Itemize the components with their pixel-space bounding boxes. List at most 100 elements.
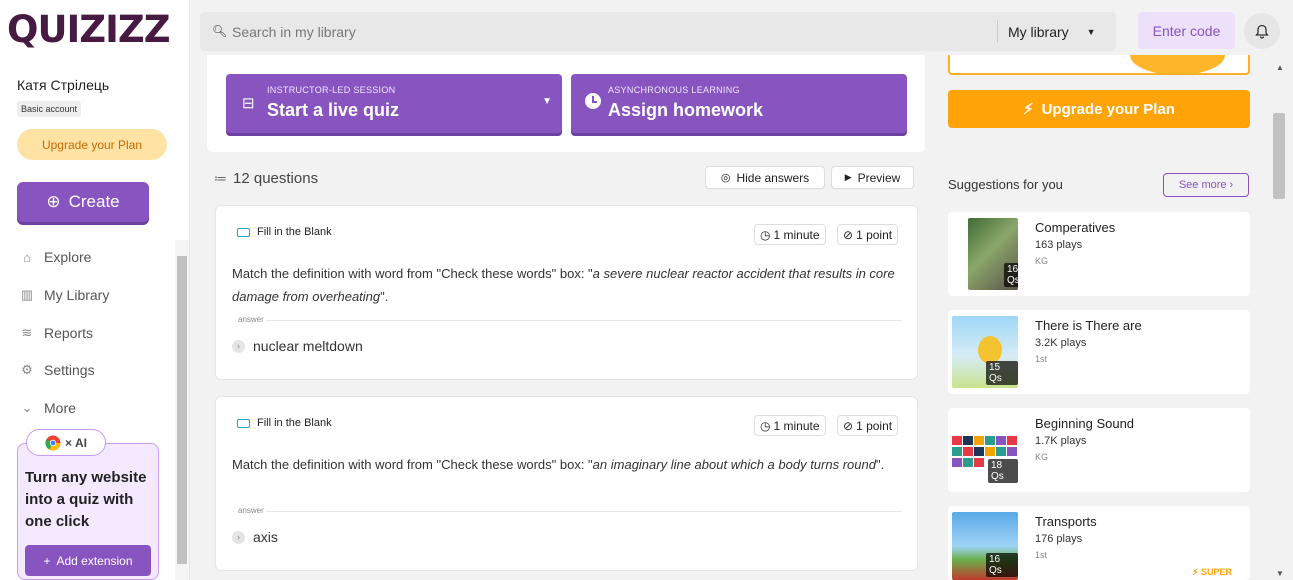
reports-icon: ≋ xyxy=(21,325,33,340)
clock-icon xyxy=(585,93,601,109)
suggestion-grade: 1st xyxy=(1035,354,1048,364)
play-icon: ▶ xyxy=(844,172,852,182)
chevron-right-icon: › xyxy=(1229,179,1234,191)
start-live-quiz-button[interactable]: ⊟ INSTRUCTOR-LED SESSION Start a live qu… xyxy=(226,74,562,133)
nav-label: Settings xyxy=(44,362,95,378)
cartoon-figure xyxy=(978,336,1002,364)
search-input[interactable] xyxy=(232,12,992,51)
see-more-label: See more xyxy=(1178,179,1227,191)
answer-divider xyxy=(266,320,902,321)
banner-illustration xyxy=(1130,55,1225,73)
upgrade-banner[interactable] xyxy=(948,55,1250,75)
quiz-thumbnail: 18 Qs xyxy=(952,414,1018,486)
nav-label: Explore xyxy=(44,249,92,265)
answer-item: › axis xyxy=(232,529,278,545)
question-count-badge: 16 Qs xyxy=(986,553,1018,577)
preview-button[interactable]: ▶ Preview xyxy=(831,166,914,189)
question-suffix: ". xyxy=(875,457,885,472)
clock-icon: ◷ xyxy=(760,418,771,433)
extension-promo-text: Turn any website into a quiz with one cl… xyxy=(25,469,147,530)
question-count: ≔ 12 questions xyxy=(214,170,318,187)
nav-explore[interactable]: ⌂ Explore xyxy=(20,249,91,265)
suggestion-plays: 1.7K plays xyxy=(1035,435,1087,447)
quiz-action-card: ⊟ INSTRUCTOR-LED SESSION Start a live qu… xyxy=(207,55,925,152)
question-type-label: Fill in the Blank xyxy=(257,226,332,238)
suggestion-card[interactable]: 18 Qs Beginning Sound 1.7K plays KG xyxy=(948,408,1250,492)
plus-icon: + xyxy=(43,553,51,568)
enter-code-button[interactable]: Enter code xyxy=(1138,12,1235,49)
points-badge: ⊘ 1 point xyxy=(837,415,899,436)
question-type: Fill in the Blank xyxy=(237,417,332,429)
check-circle-icon: ⊘ xyxy=(843,418,854,433)
sidebar: QUIZIZZ Катя Стрілець Basic account Upgr… xyxy=(0,0,190,580)
clock-icon: ◷ xyxy=(760,227,771,242)
assign-homework-button[interactable]: ASYNCHRONOUS LEARNING Assign homework xyxy=(571,74,907,133)
upgrade-plan-main-button[interactable]: ⚡︎ Upgrade your Plan xyxy=(948,90,1250,128)
suggestion-card[interactable]: 16 Qs Transports 176 plays 1st ⚡︎ SUPER xyxy=(948,506,1250,580)
nav-my-library[interactable]: ▥ My Library xyxy=(20,287,110,303)
caret-down-icon[interactable]: ▼ xyxy=(542,96,552,107)
time-value: 1 minute xyxy=(773,227,820,242)
question-prefix: Match the definition with word from "Che… xyxy=(232,266,593,281)
scroll-down-icon[interactable]: ▼ xyxy=(1276,569,1284,578)
settings-icon: ⚙ xyxy=(21,362,33,377)
question-prefix: Match the definition with word from "Che… xyxy=(232,457,593,472)
suggestion-title: Beginning Sound xyxy=(1035,416,1135,431)
see-more-button[interactable]: See more › xyxy=(1163,173,1249,197)
chevron-down-icon: ⌄ xyxy=(21,400,33,415)
search-icon: 🔍︎ xyxy=(212,24,228,38)
points-badge: ⊘ 1 point xyxy=(837,224,899,245)
plus-circle-icon: ⊕ xyxy=(46,192,61,211)
page-scroll-thumb[interactable] xyxy=(1273,113,1285,199)
nav-label: Reports xyxy=(44,325,94,341)
question-type-label: Fill in the Blank xyxy=(257,417,332,429)
create-button[interactable]: ⊕ Create xyxy=(17,182,149,222)
quizizz-logo[interactable]: QUIZIZZ xyxy=(7,8,171,51)
super-badge: ⚡︎ SUPER xyxy=(1192,567,1232,578)
sidebar-scroll-thumb[interactable] xyxy=(177,256,187,564)
question-card[interactable]: Fill in the Blank ◷ 1 minute ⊘ 1 point M… xyxy=(215,205,918,380)
live-session-label: Start a live quiz xyxy=(267,100,400,120)
bell-icon xyxy=(1255,24,1269,39)
answer-text: axis xyxy=(253,529,278,545)
homework-label: Assign homework xyxy=(608,100,764,120)
question-suffix: ". xyxy=(380,289,389,304)
question-type: Fill in the Blank xyxy=(237,226,332,238)
bolt-icon: ⚡︎ xyxy=(1192,567,1199,577)
suggestion-title: There is There are xyxy=(1035,318,1142,333)
question-count-badge: 16 Qs xyxy=(1004,263,1018,287)
eye-off-icon: ◎ xyxy=(720,172,731,184)
preview-label: Preview xyxy=(857,170,901,185)
nav-settings[interactable]: ⚙ Settings xyxy=(20,362,95,378)
suggestion-card[interactable]: 15 Qs There is There are 3.2K plays 1st xyxy=(948,310,1250,394)
question-definition: an imaginary line about which a body tur… xyxy=(592,457,876,472)
search-bar: 🔍︎ My library ▼ xyxy=(200,12,1116,51)
suggestion-grade: KG xyxy=(1035,256,1049,266)
nav-more[interactable]: ⌄ More xyxy=(20,400,76,416)
quiz-thumbnail: 15 Qs xyxy=(952,316,1018,388)
scroll-up-icon[interactable]: ▲ xyxy=(1276,63,1284,72)
hide-answers-button[interactable]: ◎ Hide answers xyxy=(705,166,825,189)
homework-caption: ASYNCHRONOUS LEARNING xyxy=(608,85,740,95)
notification-button[interactable] xyxy=(1244,13,1280,49)
hide-answers-label: Hide answers xyxy=(736,170,810,185)
add-extension-button[interactable]: + Add extension xyxy=(25,545,151,576)
answer-item: › nuclear meltdown xyxy=(232,338,363,354)
answer-label: answer xyxy=(238,315,264,324)
super-label: SUPER xyxy=(1200,567,1232,577)
suggestion-plays: 163 plays xyxy=(1035,239,1083,251)
live-session-caption: INSTRUCTOR-LED SESSION xyxy=(267,85,396,95)
library-scope-value: My library xyxy=(1008,23,1069,40)
chevron-right-icon: › xyxy=(232,530,245,544)
library-scope-select[interactable]: My library ▼ xyxy=(997,20,1107,43)
check-circle-icon: ⊘ xyxy=(843,227,854,242)
nav-reports[interactable]: ≋ Reports xyxy=(20,325,93,341)
library-icon: ▥ xyxy=(20,287,34,302)
suggestion-card[interactable]: 16 Qs Comperatives 163 plays KG xyxy=(948,212,1250,296)
question-count-label: 12 questions xyxy=(233,170,319,187)
upgrade-plan-button[interactable]: Upgrade your Plan xyxy=(17,129,167,160)
question-card[interactable]: Fill in the Blank ◷ 1 minute ⊘ 1 point M… xyxy=(215,396,918,571)
presentation-icon: ⊟ xyxy=(242,95,255,112)
suggestion-title: Transports xyxy=(1035,514,1097,529)
suggestion-plays: 176 plays xyxy=(1035,533,1083,545)
